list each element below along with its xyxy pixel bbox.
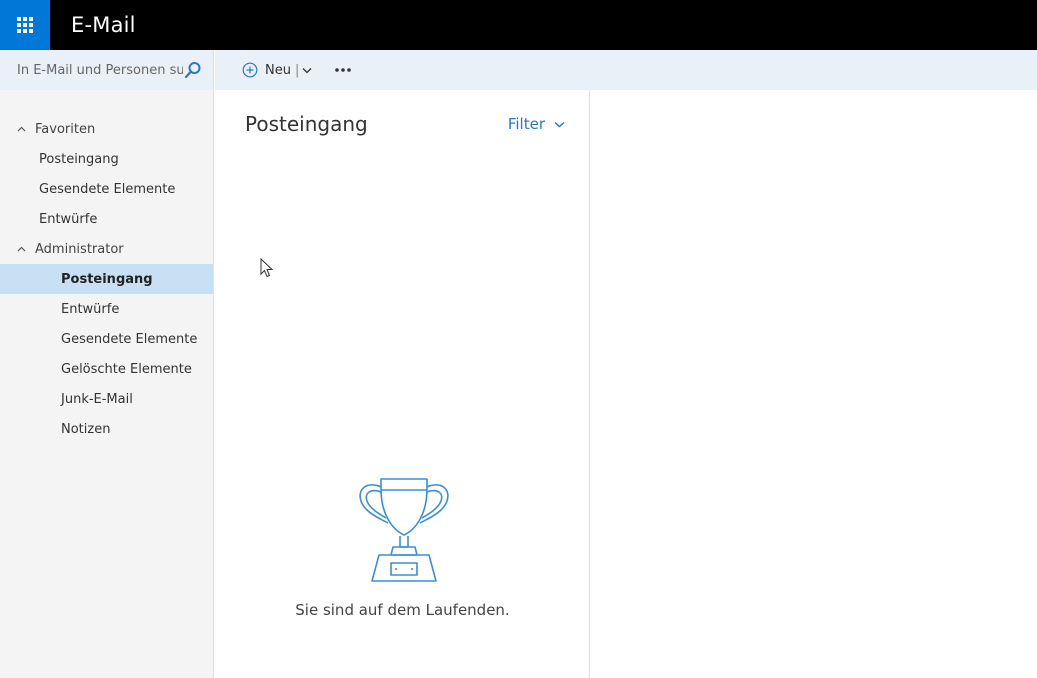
folder-title: Posteingang [245,112,368,136]
favorites-group-header[interactable]: Favoriten [0,114,213,144]
folder-item-junk[interactable]: Junk-E-Mail [0,384,213,414]
filter-button[interactable]: Filter [508,115,565,133]
favorite-item-sent[interactable]: Gesendete Elemente [0,174,213,204]
folder-item-notes[interactable]: Notizen [0,414,213,444]
search-input[interactable]: In E-Mail und Personen su... [17,63,183,78]
add-circle-icon [242,62,258,78]
folder-item-inbox[interactable]: Posteingang [0,264,213,294]
app-launcher-button[interactable] [0,0,50,50]
favorite-item-inbox[interactable]: Posteingang [0,144,213,174]
top-bar: E-Mail [0,0,1037,50]
empty-state-message: Sie sind auf dem Laufenden. [295,601,510,619]
more-icon[interactable] [334,60,352,80]
chevron-up-icon [17,126,27,132]
reading-pane [591,90,1037,678]
chevron-down-icon [554,121,565,128]
empty-state: Sie sind auf dem Laufenden. [215,475,590,619]
mouse-cursor-icon [260,258,274,278]
chevron-down-icon[interactable] [302,67,312,74]
split-separator: | [294,62,300,78]
folder-pane: In E-Mail und Personen su... Favoriten P… [0,50,214,678]
new-message-button[interactable]: Neu | [242,62,312,78]
message-list-header: Posteingang Filter [215,90,589,158]
trophy-icon [358,478,449,582]
favorite-item-drafts[interactable]: Entwürfe [0,204,213,234]
folder-item-sent[interactable]: Gesendete Elemente [0,324,213,354]
new-message-label: Neu [265,62,291,78]
account-group-header[interactable]: Administrator [0,234,213,264]
folder-tree: Favoriten Posteingang Gesendete Elemente… [0,90,213,444]
command-toolbar: Neu | [215,50,1037,90]
app-title: E-Mail [71,13,136,37]
account-label: Administrator [35,241,124,257]
folder-item-drafts[interactable]: Entwürfe [0,294,213,324]
message-list: Posteingang Filter Sie sind auf dem Lauf… [215,90,590,678]
filter-label: Filter [507,115,545,133]
folder-item-deleted[interactable]: Gelöschte Elemente [0,354,213,384]
search-icon[interactable] [183,60,203,80]
waffle-icon [17,17,33,33]
search-box[interactable]: In E-Mail und Personen su... [0,50,213,90]
chevron-up-icon [17,246,27,252]
favorites-label: Favoriten [35,121,96,137]
